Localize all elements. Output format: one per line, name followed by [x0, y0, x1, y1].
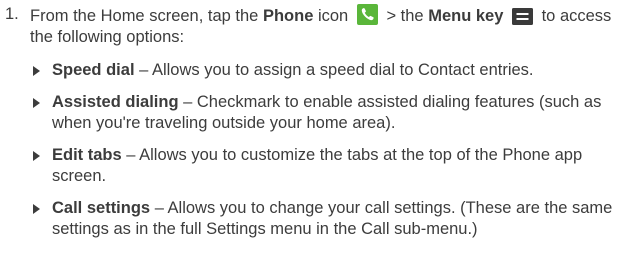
option-title: Call settings [52, 199, 151, 217]
phone-label: Phone [262, 7, 314, 25]
icon-word: icon [317, 7, 349, 25]
bullet-arrow-icon [33, 151, 40, 161]
menu-key-label: Menu key [428, 7, 504, 25]
list-item-edit-tabs: Edit tabs – Allows you to customize the … [0, 145, 636, 187]
option-description: – Allows you to customize the tabs at th… [52, 146, 583, 185]
step-1: 1. From the Home screen, tap the Phone i… [0, 4, 630, 48]
document-page: 1. From the Home screen, tap the Phone i… [0, 0, 636, 271]
step-text: From the Home screen, tap the Phone icon… [30, 4, 630, 48]
list-item-assisted-dialing: Assisted dialing – Checkmark to enable a… [0, 92, 636, 134]
option-title: Edit tabs [52, 146, 122, 164]
options-list: Speed dial – Allows you to assign a spee… [0, 60, 636, 251]
bullet-arrow-icon [33, 98, 40, 108]
list-item-speed-dial: Speed dial – Allows you to assign a spee… [0, 60, 636, 81]
step-number: 1. [5, 5, 19, 23]
phone-icon [356, 4, 378, 25]
arrow-text: > the [386, 7, 424, 25]
step-intro-text: From the Home screen, tap the [30, 7, 259, 25]
option-title: Speed dial [52, 61, 135, 79]
option-title: Assisted dialing [52, 93, 179, 111]
bullet-arrow-icon [33, 204, 40, 214]
option-description: – Allows you to assign a speed dial to C… [134, 61, 534, 79]
menu-key-icon [512, 8, 533, 25]
list-item-call-settings: Call settings – Allows you to change you… [0, 198, 636, 240]
bullet-arrow-icon [33, 66, 40, 76]
